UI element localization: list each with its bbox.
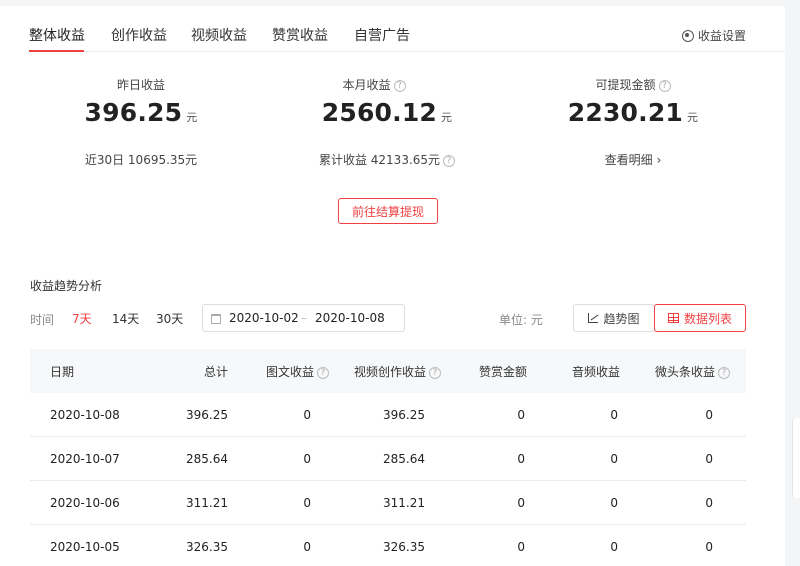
cell-tip: 0 xyxy=(517,496,525,510)
total-income: 累计收益 42133.65元? xyxy=(287,151,487,168)
header-video-income: 视频创作收益? xyxy=(354,363,442,380)
last-30-days-income: 近30日 10695.35元 xyxy=(84,153,198,167)
cell-audio: 0 xyxy=(610,540,618,554)
question-circle-icon[interactable]: ? xyxy=(718,366,731,379)
trend-analysis-title: 收益趋势分析 xyxy=(30,279,103,293)
go-withdraw-button[interactable]: 前往结算提现 xyxy=(338,198,438,224)
tab-self-ads[interactable]: 自营广告 xyxy=(354,25,410,45)
income-table: 日期 总计 图文收益? 视频创作收益? 赞赏金额 音频收益 微头条收益? 202… xyxy=(30,349,746,566)
cell-article: 0 xyxy=(303,452,311,466)
income-settings-label: 收益设置 xyxy=(697,29,746,43)
tab-tip-income[interactable]: 赞赏收益 xyxy=(272,25,328,45)
yesterday-income-label: 昨日收益 xyxy=(116,78,165,92)
chevron-right-icon: › xyxy=(656,153,662,167)
trend-chart-label: 趋势图 xyxy=(603,311,640,326)
time-label: 时间 xyxy=(30,313,55,327)
unit-label: 单位: 元 xyxy=(499,313,543,327)
cell-video: 326.35 xyxy=(383,540,425,554)
header-audio-income: 音频收益 xyxy=(571,365,620,379)
question-circle-icon[interactable]: ? xyxy=(658,79,671,92)
cell-audio: 0 xyxy=(610,452,618,466)
gear-icon xyxy=(681,29,694,42)
calendar-icon xyxy=(211,314,221,324)
header-tip-amount: 赞赏金额 xyxy=(478,365,527,379)
withdrawable-label: 可提现金额? xyxy=(533,76,733,93)
active-tab-indicator xyxy=(29,50,84,52)
income-tabs: 整体收益 创作收益 视频收益 赞赏收益 自营广告 收益设置 xyxy=(29,6,785,52)
cell-article: 0 xyxy=(303,540,311,554)
header-microtoutiao-income: 微头条收益? xyxy=(655,363,731,380)
question-circle-icon[interactable]: ? xyxy=(443,154,456,167)
month-income-value: 2560.12 元 xyxy=(321,98,453,127)
yesterday-income-value: 396.25 元 xyxy=(84,98,198,127)
tab-overall-income[interactable]: 整体收益 xyxy=(29,25,85,45)
withdrawable-value: 2230.21 元 xyxy=(567,98,699,127)
question-circle-icon[interactable]: ? xyxy=(317,366,330,379)
cell-total: 326.35 xyxy=(186,540,228,554)
cell-total: 396.25 xyxy=(186,408,228,422)
view-details-link[interactable]: 查看明细 › xyxy=(533,151,733,168)
income-panel: 整体收益 创作收益 视频收益 赞赏收益 自营广告 收益设置 昨日收益 396.2… xyxy=(0,6,785,566)
cell-microtoutiao: 0 xyxy=(705,452,713,466)
data-list-label: 数据列表 xyxy=(683,311,732,326)
cell-date: 2020-10-07 xyxy=(50,452,120,466)
cell-video: 285.64 xyxy=(383,452,425,466)
table-grid-icon xyxy=(667,313,679,323)
cell-total: 311.21 xyxy=(186,496,228,510)
cell-total: 285.64 xyxy=(186,452,228,466)
cell-tip: 0 xyxy=(517,540,525,554)
range-7-days[interactable]: 7天 xyxy=(72,310,92,327)
table-header: 日期 总计 图文收益? 视频创作收益? 赞赏金额 音频收益 微头条收益? xyxy=(30,349,746,393)
cell-microtoutiao: 0 xyxy=(705,496,713,510)
date-start: 2020-10-02 xyxy=(229,311,299,325)
month-income-unit: 元 xyxy=(441,111,453,124)
table-row: 2020-10-08 396.25 0 396.25 0 0 0 xyxy=(30,393,746,437)
question-circle-icon[interactable]: ? xyxy=(393,79,406,92)
tab-creation-income[interactable]: 创作收益 xyxy=(111,25,167,45)
header-total: 总计 xyxy=(203,365,228,379)
tab-video-income[interactable]: 视频收益 xyxy=(191,25,247,45)
month-income-label: 本月收益? xyxy=(274,76,474,93)
date-end: 2020-10-08 xyxy=(315,311,385,325)
income-settings-button[interactable]: 收益设置 xyxy=(681,27,746,44)
header-article-income: 图文收益? xyxy=(266,363,330,380)
cell-date: 2020-10-06 xyxy=(50,496,120,510)
line-chart-icon xyxy=(588,313,599,323)
withdrawable-unit: 元 xyxy=(687,111,699,124)
yesterday-income-unit: 元 xyxy=(186,111,198,124)
cell-date: 2020-10-05 xyxy=(50,540,120,554)
cell-microtoutiao: 0 xyxy=(705,408,713,422)
side-float-tab[interactable] xyxy=(792,418,800,498)
cell-date: 2020-10-08 xyxy=(50,408,120,422)
cell-audio: 0 xyxy=(610,496,618,510)
trend-chart-view-button[interactable]: 趋势图 xyxy=(573,304,655,332)
cell-audio: 0 xyxy=(610,408,618,422)
cell-video: 396.25 xyxy=(383,408,425,422)
date-separator: – xyxy=(301,311,307,325)
cell-tip: 0 xyxy=(517,408,525,422)
question-circle-icon[interactable]: ? xyxy=(429,366,442,379)
range-14-days[interactable]: 14天 xyxy=(112,310,139,327)
table-row: 2020-10-06 311.21 0 311.21 0 0 0 xyxy=(30,481,746,525)
cell-article: 0 xyxy=(303,496,311,510)
cell-tip: 0 xyxy=(517,452,525,466)
table-row: 2020-10-05 326.35 0 326.35 0 0 0 xyxy=(30,525,746,566)
header-date: 日期 xyxy=(50,365,75,379)
cell-video: 311.21 xyxy=(383,496,425,510)
table-row: 2020-10-07 285.64 0 285.64 0 0 0 xyxy=(30,437,746,481)
data-list-view-button[interactable]: 数据列表 xyxy=(654,304,746,332)
cell-microtoutiao: 0 xyxy=(705,540,713,554)
cell-article: 0 xyxy=(303,408,311,422)
range-30-days[interactable]: 30天 xyxy=(156,310,183,327)
date-range-picker[interactable]: 2020-10-02 – 2020-10-08 xyxy=(202,304,405,332)
